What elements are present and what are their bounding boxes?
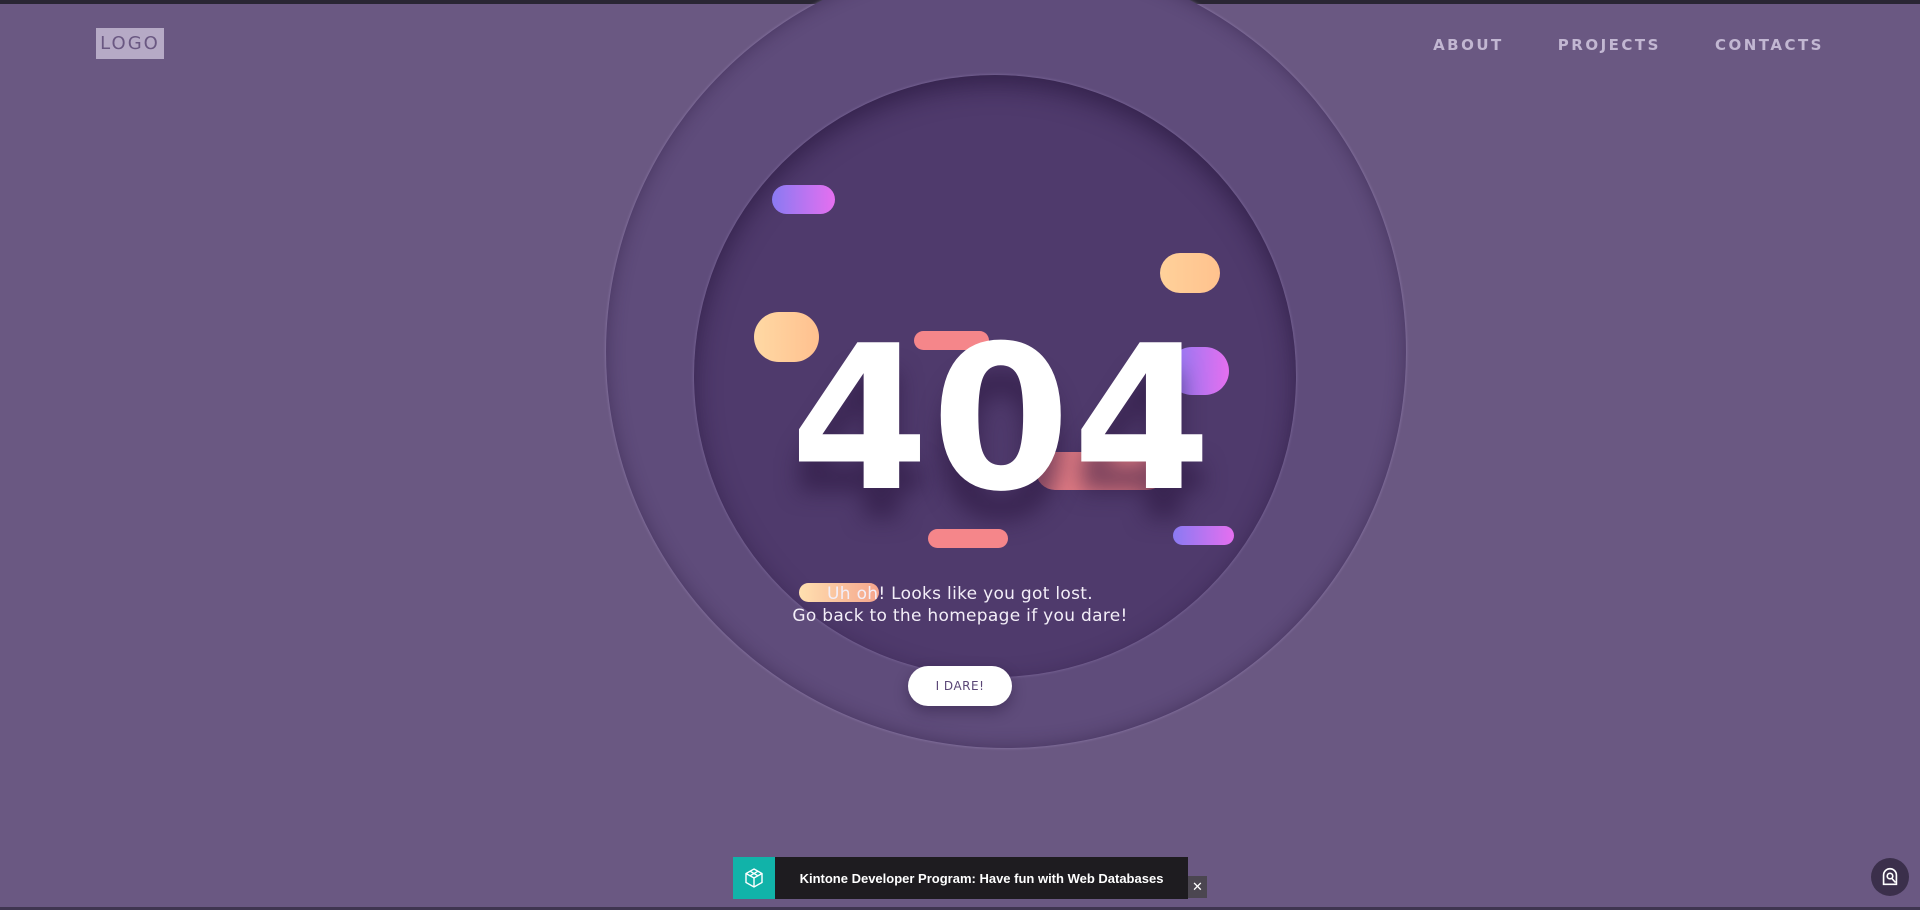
decor-pill-coral-bottom (928, 529, 1008, 548)
decor-pill-violet-top (772, 185, 835, 214)
decor-pill-peach-right-top (1160, 253, 1220, 293)
logo[interactable]: LOGO (96, 28, 164, 59)
main-nav: ABOUT PROJECTS CONTACTS (1433, 36, 1824, 54)
banner-text: Kintone Developer Program: Have fun with… (799, 870, 1164, 886)
decor-pill-violet-bottom (1173, 526, 1234, 545)
cube-icon (733, 857, 775, 899)
banner-close-button[interactable]: ✕ (1188, 876, 1207, 898)
nav-projects[interactable]: PROJECTS (1558, 36, 1661, 54)
error-message: Uh oh! Looks like you got lost. Go back … (760, 583, 1160, 627)
error-message-line2: Go back to the homepage if you dare! (792, 606, 1128, 626)
nav-about[interactable]: ABOUT (1433, 36, 1504, 54)
dare-button[interactable]: I DARE! (908, 666, 1012, 706)
error-message-line1: Uh oh! Looks like you got lost. (827, 584, 1093, 604)
error-code: 404 (790, 303, 1214, 536)
help-icon[interactable] (1871, 858, 1909, 896)
promo-banner[interactable]: Kintone Developer Program: Have fun with… (733, 857, 1188, 899)
nav-contacts[interactable]: CONTACTS (1715, 36, 1824, 54)
